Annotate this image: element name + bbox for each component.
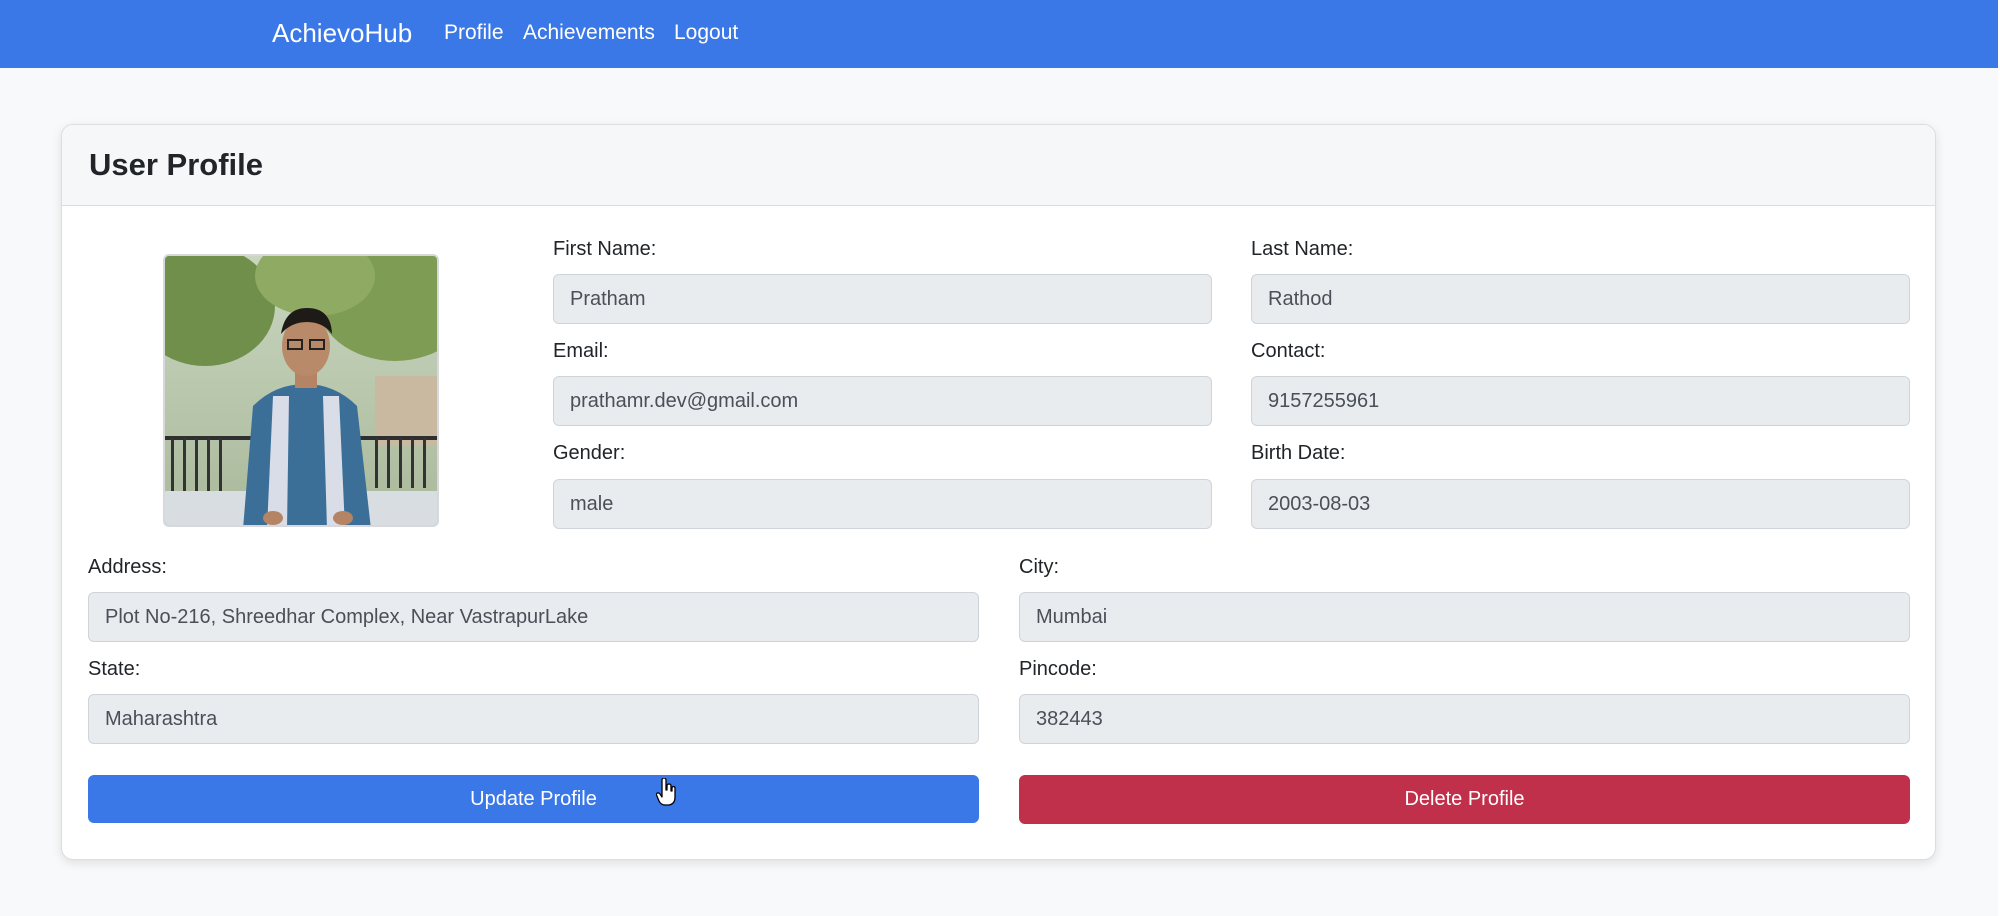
navbar: AchievoHub Profile Achievements Logout [0, 0, 1998, 68]
contact-label: Contact: [1251, 340, 1326, 362]
city-field[interactable] [1019, 592, 1910, 642]
state-label: State: [88, 658, 141, 680]
nav-link-achievements[interactable]: Achievements [523, 20, 655, 46]
nav-link-logout[interactable]: Logout [674, 20, 738, 46]
brand-logo[interactable]: AchievoHub [272, 16, 412, 50]
app-root: AchievoHub Profile Achievements Logout U… [0, 0, 2000, 916]
birth-date-label: Birth Date: [1251, 442, 1346, 464]
email-label: Email: [553, 340, 609, 362]
pincode-label: Pincode: [1019, 658, 1097, 680]
update-profile-button[interactable]: Update Profile [88, 775, 979, 823]
delete-profile-button[interactable]: Delete Profile [1019, 775, 1910, 824]
last-name-label: Last Name: [1251, 238, 1354, 260]
nav-link-profile[interactable]: Profile [444, 20, 504, 46]
first-name-field[interactable] [553, 274, 1212, 324]
profile-photo-image [165, 256, 437, 525]
card-header: User Profile [62, 125, 1935, 206]
birth-date-field[interactable] [1251, 479, 1910, 529]
address-label: Address: [88, 556, 167, 578]
last-name-field[interactable] [1251, 274, 1910, 324]
first-name-label: First Name: [553, 238, 657, 260]
city-label: City: [1019, 556, 1059, 578]
state-field[interactable] [88, 694, 979, 744]
address-field[interactable] [88, 592, 979, 642]
page-title: User Profile [89, 147, 264, 182]
hand-pointer-icon [656, 778, 676, 806]
gender-field[interactable] [553, 479, 1212, 529]
profile-photo [163, 254, 439, 527]
gender-label: Gender: [553, 442, 626, 464]
email-field[interactable] [553, 376, 1212, 426]
contact-field[interactable] [1251, 376, 1910, 426]
pincode-field[interactable] [1019, 694, 1910, 744]
